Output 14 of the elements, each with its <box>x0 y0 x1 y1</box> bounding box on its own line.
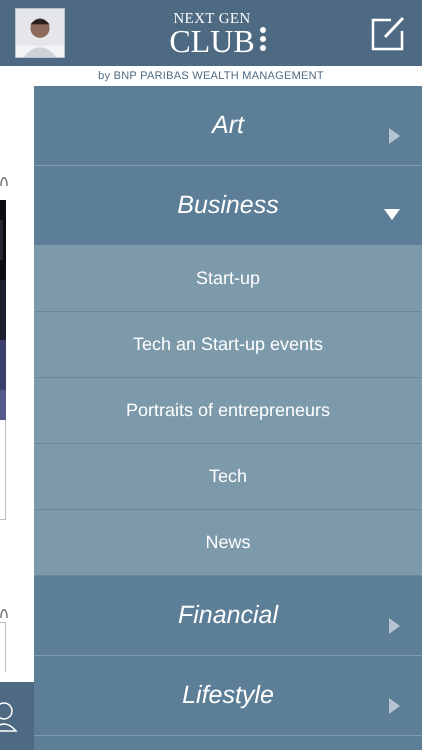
subcategory-item[interactable]: Start-up <box>34 246 422 312</box>
subcategory-item[interactable]: Tech an Start-up events <box>34 312 422 378</box>
subcategory-item[interactable]: Tech <box>34 444 422 510</box>
logo-title: CLUB <box>169 27 255 55</box>
subtitle: by BNP PARIBAS WEALTH MANAGEMENT <box>98 68 324 84</box>
person-icon[interactable] <box>0 700 18 732</box>
more-icon[interactable] <box>258 26 267 52</box>
card-border <box>0 622 6 672</box>
arc-icon <box>0 608 8 618</box>
logo-title: NEXT GEN <box>173 11 251 27</box>
subcategory-item[interactable]: Portraits of entrepreneurs <box>34 378 422 444</box>
arc-icon <box>0 176 8 186</box>
subcategory-item[interactable]: News <box>34 510 422 576</box>
compose-icon[interactable] <box>371 15 407 51</box>
